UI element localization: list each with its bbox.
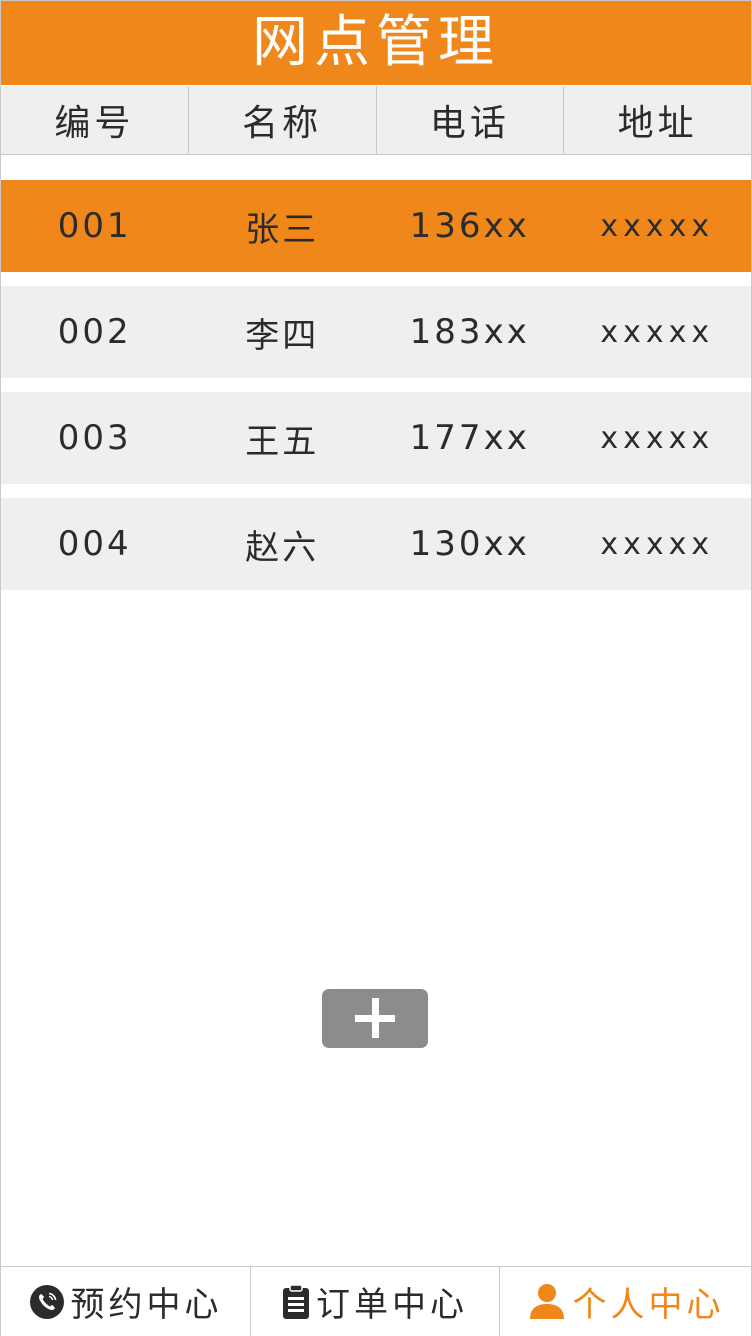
column-header-name: 名称	[189, 86, 377, 154]
cell-phone: 136xx	[409, 206, 530, 246]
page-title: 网点管理	[252, 10, 500, 75]
cell-address: xxxxx	[600, 526, 715, 562]
title-bar: 网点管理	[1, 1, 751, 85]
table-row[interactable]: 003 王五 177xx xxxxx	[1, 392, 751, 484]
clipboard-icon	[282, 1283, 310, 1320]
bottom-nav: 预约中心 订单中心 个人中心	[1, 1266, 751, 1336]
cell-address: xxxxx	[600, 314, 715, 350]
cell-address: xxxxx	[600, 420, 715, 456]
cell-phone: 130xx	[409, 524, 530, 564]
cell-phone: 177xx	[409, 418, 530, 458]
cell-id: 003	[57, 418, 132, 458]
table-body: 001 张三 136xx xxxxx 002 李四 183xx xxxxx 00…	[1, 180, 751, 604]
cell-id: 004	[57, 524, 132, 564]
column-header-address: 地址	[617, 103, 698, 144]
add-button[interactable]	[322, 989, 428, 1048]
table-header: 编号 名称 电话 地址	[1, 86, 751, 155]
cell-name: 赵六	[245, 527, 320, 568]
nav-item-appointments[interactable]: 预约中心	[1, 1267, 251, 1336]
cell-address: xxxxx	[600, 208, 715, 244]
column-header-id: 编号	[1, 86, 189, 154]
nav-label-profile: 个人中心	[572, 1285, 725, 1325]
cell-id: 002	[57, 312, 132, 352]
cell-name: 李四	[245, 315, 320, 356]
nav-label-orders: 订单中心	[316, 1285, 468, 1325]
cell-name: 张三	[245, 209, 320, 250]
nav-item-orders[interactable]: 订单中心	[251, 1267, 500, 1336]
nav-label-appointments: 预约中心	[70, 1285, 223, 1325]
column-header-phone: 电话	[377, 86, 565, 154]
user-icon	[527, 1283, 567, 1321]
cell-phone: 183xx	[409, 312, 530, 352]
table-row[interactable]: 002 李四 183xx xxxxx	[1, 286, 751, 378]
cell-id: 001	[57, 206, 132, 246]
nav-item-profile[interactable]: 个人中心	[500, 1267, 751, 1336]
table-row[interactable]: 001 张三 136xx xxxxx	[1, 180, 751, 272]
phone-icon	[29, 1284, 65, 1320]
cell-name: 王五	[245, 421, 320, 462]
table-row[interactable]: 004 赵六 130xx xxxxx	[1, 498, 751, 590]
